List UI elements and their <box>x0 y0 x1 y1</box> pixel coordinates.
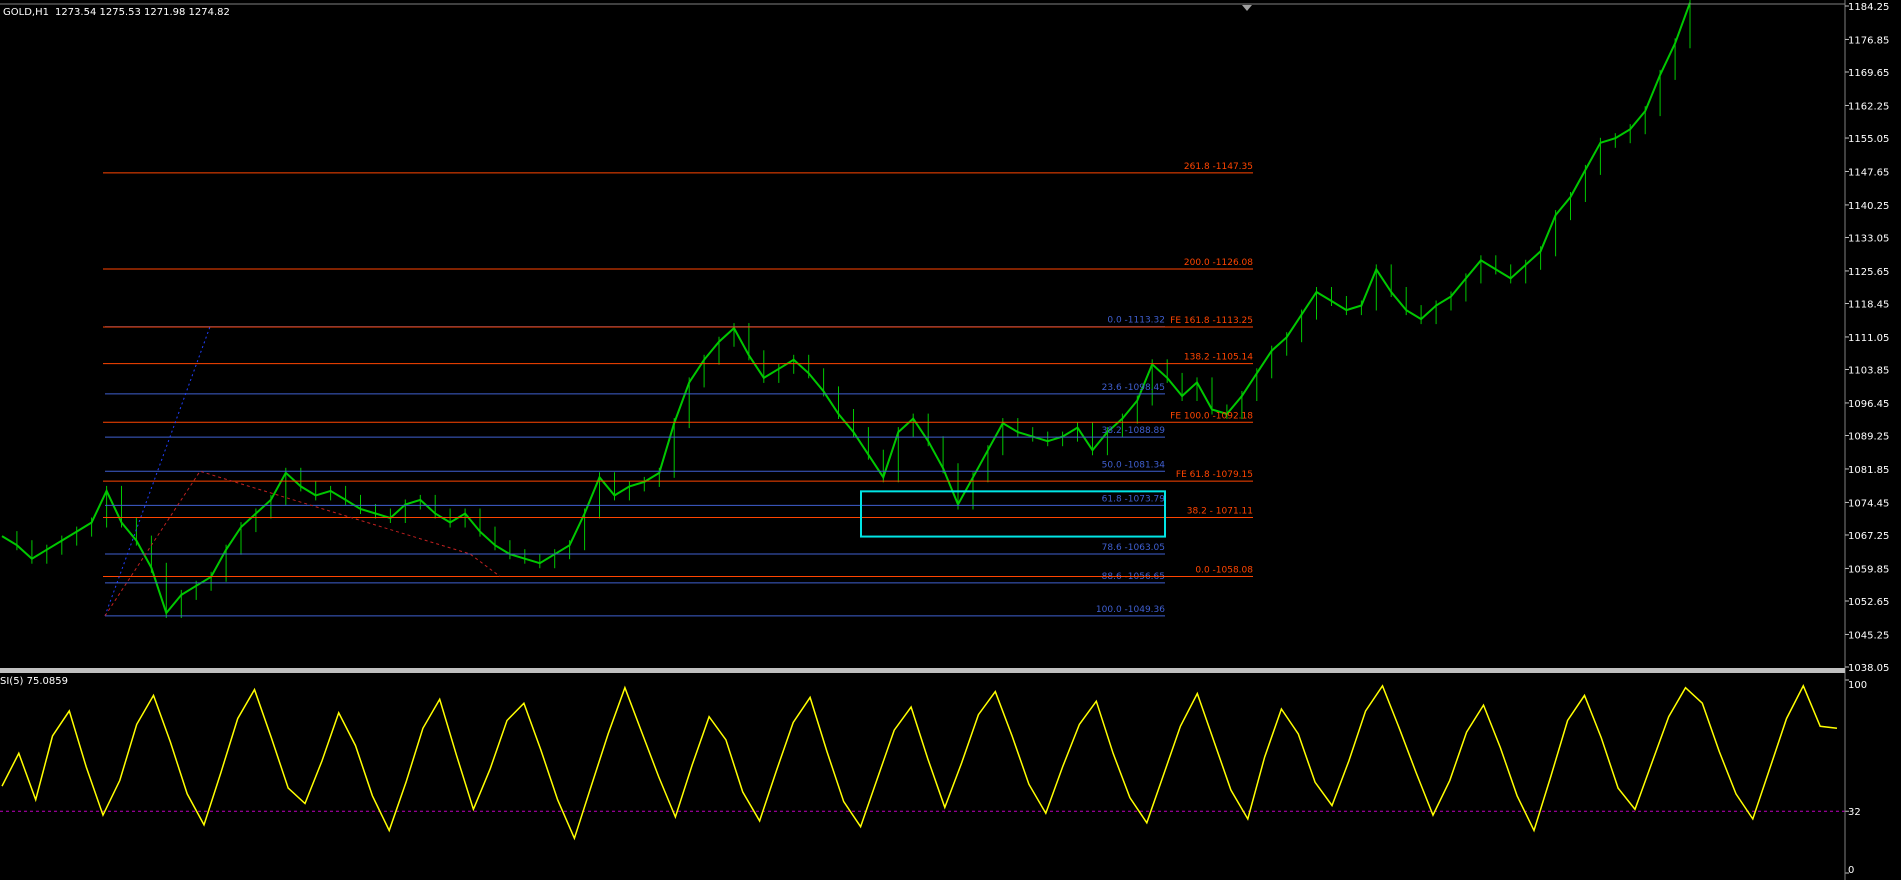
shift-marker-icon <box>1242 5 1252 11</box>
fib-expansion-label: FE 161.8 -1113.25 <box>1170 316 1253 326</box>
rsi-tick-label: 0 <box>1848 865 1854 876</box>
price-tick-label: 1133.05 <box>1848 233 1889 244</box>
fib-retracement-label: 38.2 -1088.89 <box>1102 426 1166 436</box>
price-tick-label: 1103.85 <box>1848 366 1889 377</box>
price-tick-label: 1176.85 <box>1848 35 1889 46</box>
fib-expansion-label: 0.0 -1058.08 <box>1195 565 1253 575</box>
price-tick-label: 1052.65 <box>1848 597 1889 608</box>
price-axis: 1184.25 1176.85 1169.65 1162.25 1155.05 1147.… <box>0 0 1889 880</box>
fib-expansion-label: FE 61.8 -1079.15 <box>1176 470 1253 480</box>
fib-retracement-label: 50.0 -1081.34 <box>1102 460 1166 470</box>
price-tick-label: 1038.05 <box>1848 663 1889 674</box>
price-tick-label: 1059.85 <box>1848 564 1889 575</box>
price-tick-label: 1118.45 <box>1848 299 1889 310</box>
price-tick-label: 1045.25 <box>1848 630 1889 641</box>
price-tick-label: 1169.65 <box>1848 68 1889 79</box>
fibonacci-levels: 0.0 -1113.32 23.6 -1098.45 38.2 -1088.89 50… <box>103 162 1253 617</box>
fib-expansion-label: 200.0 -1126.08 <box>1184 258 1253 268</box>
price-tick-label: 1111.05 <box>1848 333 1889 344</box>
price-chart[interactable]: 0.0 -1113.32 23.6 -1098.45 38.2 -1088.89 50… <box>0 0 1901 880</box>
price-tick-label: 1162.25 <box>1848 101 1889 112</box>
price-tick-label: 1081.85 <box>1848 465 1889 476</box>
expansion-trend-line <box>104 470 501 617</box>
price-tick-label: 1184.25 <box>1848 2 1889 13</box>
rsi-tick-label: 32 <box>1848 807 1861 818</box>
price-series-line <box>1 2 1691 616</box>
price-tick-label: 1147.65 <box>1848 167 1889 178</box>
rsi-tick-label: 100 <box>1848 680 1867 691</box>
fib-expansion-label: 38.2 - 1071.11 <box>1187 507 1253 517</box>
price-tick-label: 1074.45 <box>1848 498 1889 509</box>
fib-retracement-label: 100.0 -1049.36 <box>1096 605 1165 615</box>
fib-expansion-label: FE 100.0 -1092.18 <box>1170 411 1253 421</box>
fib-retracement-label: 61.8 -1073.79 <box>1102 494 1166 504</box>
fib-retracement-label: 0.0 -1113.32 <box>1107 316 1165 326</box>
fib-retracement-label: 78.6 -1063.05 <box>1102 543 1165 553</box>
fib-expansion-label: 261.8 -1147.35 <box>1184 162 1253 172</box>
panel-separator <box>0 668 1845 673</box>
fib-retracement-label: 23.6 -1098.45 <box>1102 383 1165 393</box>
price-tick-label: 1140.25 <box>1848 201 1889 212</box>
fib-expansion-label: 138.2 -1105.14 <box>1184 353 1253 363</box>
rsi-area: 100 32 0 <box>0 679 1867 876</box>
price-tick-label: 1067.25 <box>1848 531 1889 542</box>
price-tick-label: 1096.45 <box>1848 399 1889 410</box>
price-area <box>1 0 1691 618</box>
price-tick-label: 1155.05 <box>1848 134 1889 145</box>
price-tick-label: 1089.25 <box>1848 432 1889 443</box>
price-tick-label: 1125.65 <box>1848 267 1889 278</box>
rsi-series-line <box>1 684 1838 841</box>
